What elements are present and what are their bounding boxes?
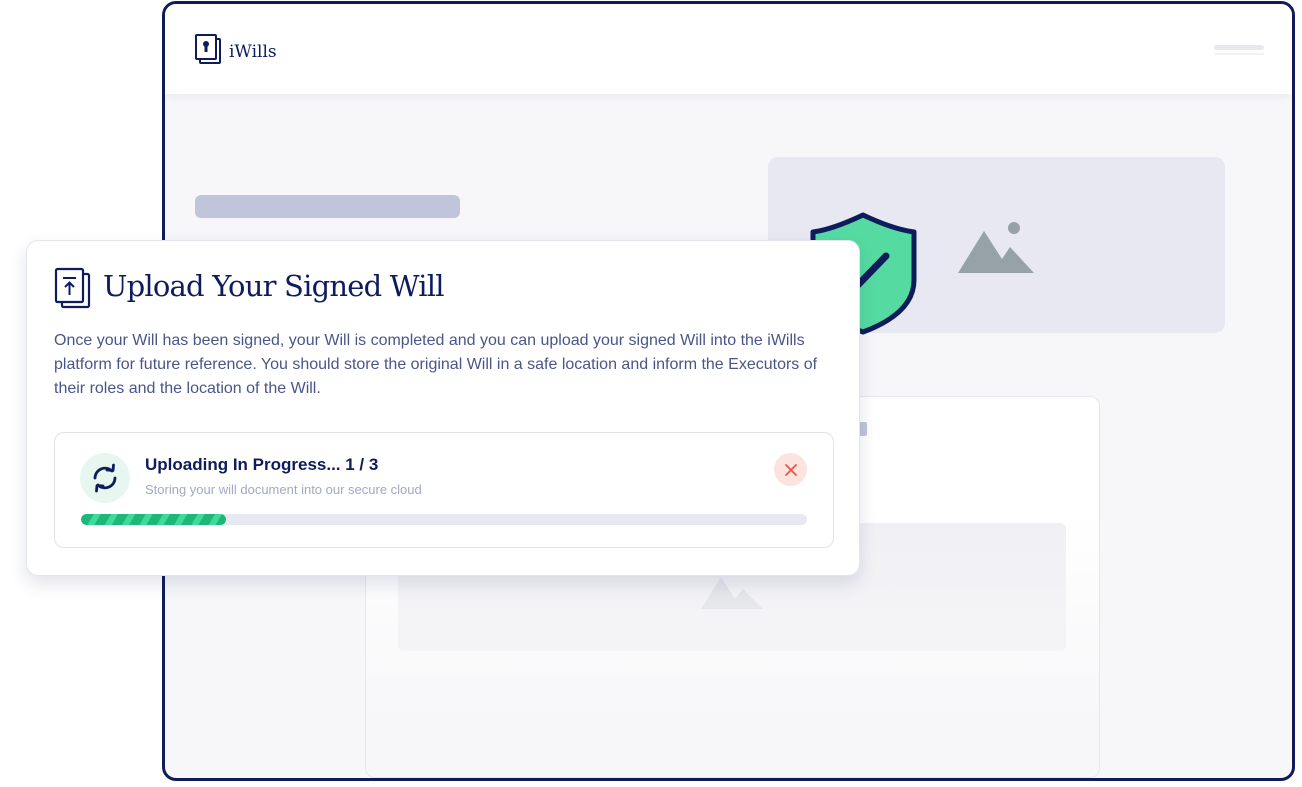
brand-logo[interactable]: iWills — [195, 34, 277, 69]
upload-progress-bar — [81, 514, 807, 525]
card-title: Upload Your Signed Will — [103, 269, 445, 303]
image-mountain-icon — [958, 219, 1034, 278]
hamburger-menu-icon[interactable] — [1214, 45, 1264, 55]
upload-signed-will-card: Upload Your Signed Will Once your Will h… — [26, 240, 860, 576]
brand-name: iWills — [229, 41, 277, 62]
lock-document-icon — [195, 34, 221, 69]
top-navbar: iWills — [165, 4, 1292, 94]
upload-status-subtitle: Storing your will document into our secu… — [145, 482, 422, 497]
upload-status-title: Uploading In Progress... 1 / 3 — [145, 455, 379, 474]
sync-icon — [80, 453, 130, 503]
upload-progress-fill — [81, 514, 227, 525]
close-icon — [784, 463, 797, 476]
cancel-upload-button[interactable] — [774, 453, 807, 486]
placeholder-heading-bar — [195, 195, 460, 218]
upload-document-icon — [54, 267, 92, 314]
card-description: Once your Will has been signed, your Wil… — [54, 332, 818, 397]
upload-progress-panel: Uploading In Progress... 1 / 3 Storing y… — [54, 432, 834, 548]
